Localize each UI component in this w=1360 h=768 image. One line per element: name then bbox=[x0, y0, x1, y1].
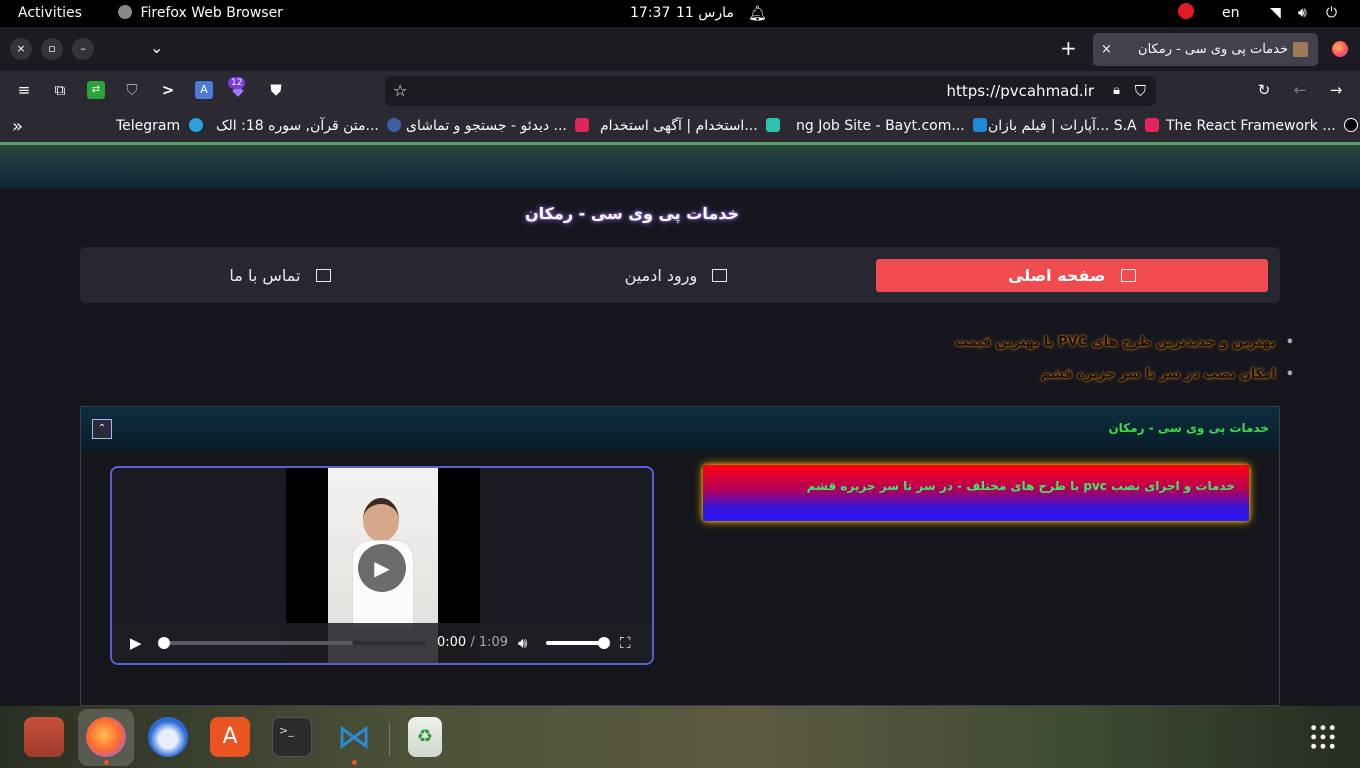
system-top-bar: Activities Firefox Web Browser 17:37 مار… bbox=[0, 0, 1360, 27]
forward-arrow-icon[interactable]: ← bbox=[1291, 81, 1309, 99]
book-icon bbox=[712, 269, 728, 282]
telegram-icon bbox=[188, 118, 203, 132]
bookmark-video[interactable]: دیدئو - جستجو و تماشای ... bbox=[406, 111, 590, 142]
web-page: خدمات پی وی سی - رمکان صفحه اصلی ورود اد… bbox=[0, 142, 1360, 706]
big-play-icon[interactable]: ▶ bbox=[358, 544, 406, 592]
panel-title: خدمات پی وی سی - رمکان bbox=[1108, 421, 1269, 435]
chevron-right-extension-icon[interactable]: > bbox=[159, 81, 177, 99]
jobinja-icon bbox=[766, 118, 781, 132]
running-indicator bbox=[352, 760, 357, 765]
dock: A >_ ⋈ ♻ bbox=[0, 706, 1360, 768]
feature-bullet: بهترین و جدیدترین طرح های PVC با بهترین … bbox=[955, 335, 1294, 350]
fullscreen-icon[interactable]: ⛶ bbox=[620, 623, 631, 663]
bookmark-bayt[interactable]: ng Job Site - Bayt.com... bbox=[796, 111, 988, 142]
shield-icon[interactable]: ⛉ bbox=[1135, 76, 1146, 106]
pocket-icon[interactable]: ⛊ bbox=[267, 81, 285, 99]
volume-thumb[interactable] bbox=[598, 637, 610, 649]
restore-window-button[interactable]: ▫ bbox=[41, 38, 63, 60]
volume-icon[interactable]: 🔊︎ bbox=[1298, 0, 1307, 27]
menu-item-contact[interactable]: تماس با ما bbox=[84, 259, 476, 292]
app-menu[interactable]: Firefox Web Browser bbox=[118, 0, 283, 27]
show-apps-grid-icon[interactable] bbox=[1309, 723, 1337, 751]
seek-thumb[interactable] bbox=[158, 637, 170, 649]
menu-item-admin-login[interactable]: ورود ادمین bbox=[480, 259, 872, 292]
trash-icon[interactable]: ♻ bbox=[408, 717, 442, 757]
highlight-text: خدمات و اجرای نصب pvc با طرح های مختلف -… bbox=[806, 479, 1235, 493]
bookmarks-toolbar: » Telegram متن قرآن, سوره 18: الک... دید… bbox=[0, 111, 1360, 142]
close-window-button[interactable]: × bbox=[10, 38, 32, 60]
url-text[interactable]: https://pvcahmad.ir bbox=[946, 76, 1094, 106]
feature-bullet: امکان نصب در سر تا سر جزیره قشم bbox=[1041, 367, 1294, 382]
app-center-icon[interactable]: A bbox=[210, 717, 250, 757]
seek-bar[interactable] bbox=[158, 637, 426, 649]
bookmark-quran[interactable]: متن قرآن, سوره 18: الک... bbox=[216, 111, 402, 142]
url-bar[interactable]: ☆ https://pvcahmad.ir 🔒︎ ⛉ bbox=[385, 76, 1156, 106]
tab-favicon bbox=[1293, 42, 1308, 57]
clock[interactable]: 17:37 bbox=[630, 0, 670, 27]
power-icon[interactable]: ⏻ bbox=[1326, 0, 1337, 27]
video-player[interactable]: ▶ ▶ 0:00 / 1:09 🔊︎ ⛶ bbox=[110, 466, 654, 665]
running-indicator bbox=[104, 760, 109, 765]
lock-icon[interactable]: 🔒︎ bbox=[1113, 76, 1120, 106]
green-extension-icon[interactable]: ⇄ bbox=[87, 81, 105, 99]
wifi-icon[interactable]: ◥ bbox=[1270, 0, 1281, 27]
mute-icon[interactable]: 🔊︎ bbox=[518, 623, 527, 663]
dock-separator bbox=[389, 722, 390, 756]
terminal-icon[interactable]: >_ bbox=[272, 717, 312, 757]
bell-icon[interactable]: 🔔︎ bbox=[748, 0, 767, 27]
panel-header: ⌃ خدمات پی وی سی - رمکان bbox=[81, 407, 1279, 451]
bookmark-aparat[interactable]: آپارات | فیلم بازان... S.A bbox=[988, 111, 1160, 142]
bookmark-star-icon[interactable]: ☆ bbox=[393, 76, 407, 106]
active-tab[interactable]: × خدمات پی وی سی - رمکان bbox=[1093, 33, 1318, 66]
bookmark-telegram[interactable]: Telegram bbox=[116, 111, 203, 142]
home-icon bbox=[1121, 269, 1137, 282]
back-arrow-icon[interactable]: → bbox=[1327, 81, 1345, 99]
buffered-range bbox=[164, 641, 353, 645]
firefox-small-icon bbox=[118, 5, 132, 19]
video-site-icon bbox=[575, 118, 590, 132]
video-controls: ▶ 0:00 / 1:09 🔊︎ ⛶ bbox=[112, 623, 652, 663]
aparat-icon bbox=[1145, 118, 1160, 132]
nextjs-icon bbox=[1344, 118, 1359, 132]
hero-banner bbox=[0, 142, 1360, 188]
privacy-badger-icon[interactable]: ⛉ bbox=[123, 81, 141, 99]
extensions-icon[interactable]: ⧉ bbox=[51, 81, 69, 99]
firefox-icon[interactable] bbox=[86, 717, 126, 757]
tab-close-icon[interactable]: × bbox=[1101, 33, 1112, 66]
app-name: Firefox Web Browser bbox=[140, 5, 283, 21]
site-title: خدمات پی وی سی - رمکان bbox=[524, 204, 740, 223]
do-not-disturb-icon[interactable] bbox=[1178, 0, 1194, 27]
highlight-banner: خدمات و اجرای نصب pvc با طرح های مختلف -… bbox=[703, 465, 1249, 521]
activities-button[interactable]: Activities bbox=[18, 0, 82, 27]
reload-icon[interactable]: ↻ bbox=[1255, 81, 1273, 99]
new-tab-button[interactable]: + bbox=[1060, 36, 1077, 60]
tab-list-button[interactable]: ⌄ bbox=[150, 36, 163, 60]
bayt-icon bbox=[973, 118, 988, 132]
date[interactable]: مارس 11 bbox=[676, 0, 734, 27]
firefox-view-icon[interactable] bbox=[1332, 41, 1348, 57]
thumbnail-person-head bbox=[363, 498, 399, 542]
extension-badge-count: 12 bbox=[228, 77, 246, 89]
menu-icon[interactable]: ≡ bbox=[15, 81, 33, 99]
collapse-button[interactable]: ⌃ bbox=[92, 419, 112, 439]
language-indicator[interactable]: en bbox=[1222, 0, 1240, 27]
bookmark-nextjs[interactable]: The React Framework ... bbox=[1166, 111, 1359, 142]
quran-icon bbox=[387, 118, 402, 132]
minimize-window-button[interactable]: – bbox=[72, 38, 94, 60]
bookmark-employment[interactable]: استخدام | آگهی استخدام... bbox=[600, 111, 781, 142]
files-icon[interactable] bbox=[24, 717, 64, 757]
translate-icon[interactable]: A bbox=[195, 81, 213, 99]
thunderbird-icon[interactable] bbox=[148, 717, 188, 757]
mail-icon bbox=[315, 269, 331, 282]
bookmarks-overflow-button[interactable]: » bbox=[12, 111, 23, 142]
time-display: 0:00 / 1:09 bbox=[437, 635, 509, 650]
content-panel: ⌃ خدمات پی وی سی - رمکان خدمات و اجرای ن… bbox=[80, 406, 1280, 706]
vscode-icon[interactable]: ⋈ bbox=[334, 717, 374, 757]
menu-item-home[interactable]: صفحه اصلی bbox=[876, 259, 1268, 292]
play-icon[interactable]: ▶ bbox=[130, 623, 142, 663]
tab-title: خدمات پی وی سی - رمکان bbox=[1138, 42, 1288, 57]
volume-slider[interactable] bbox=[546, 637, 610, 649]
main-menu: صفحه اصلی ورود ادمین تماس با ما bbox=[80, 247, 1280, 303]
